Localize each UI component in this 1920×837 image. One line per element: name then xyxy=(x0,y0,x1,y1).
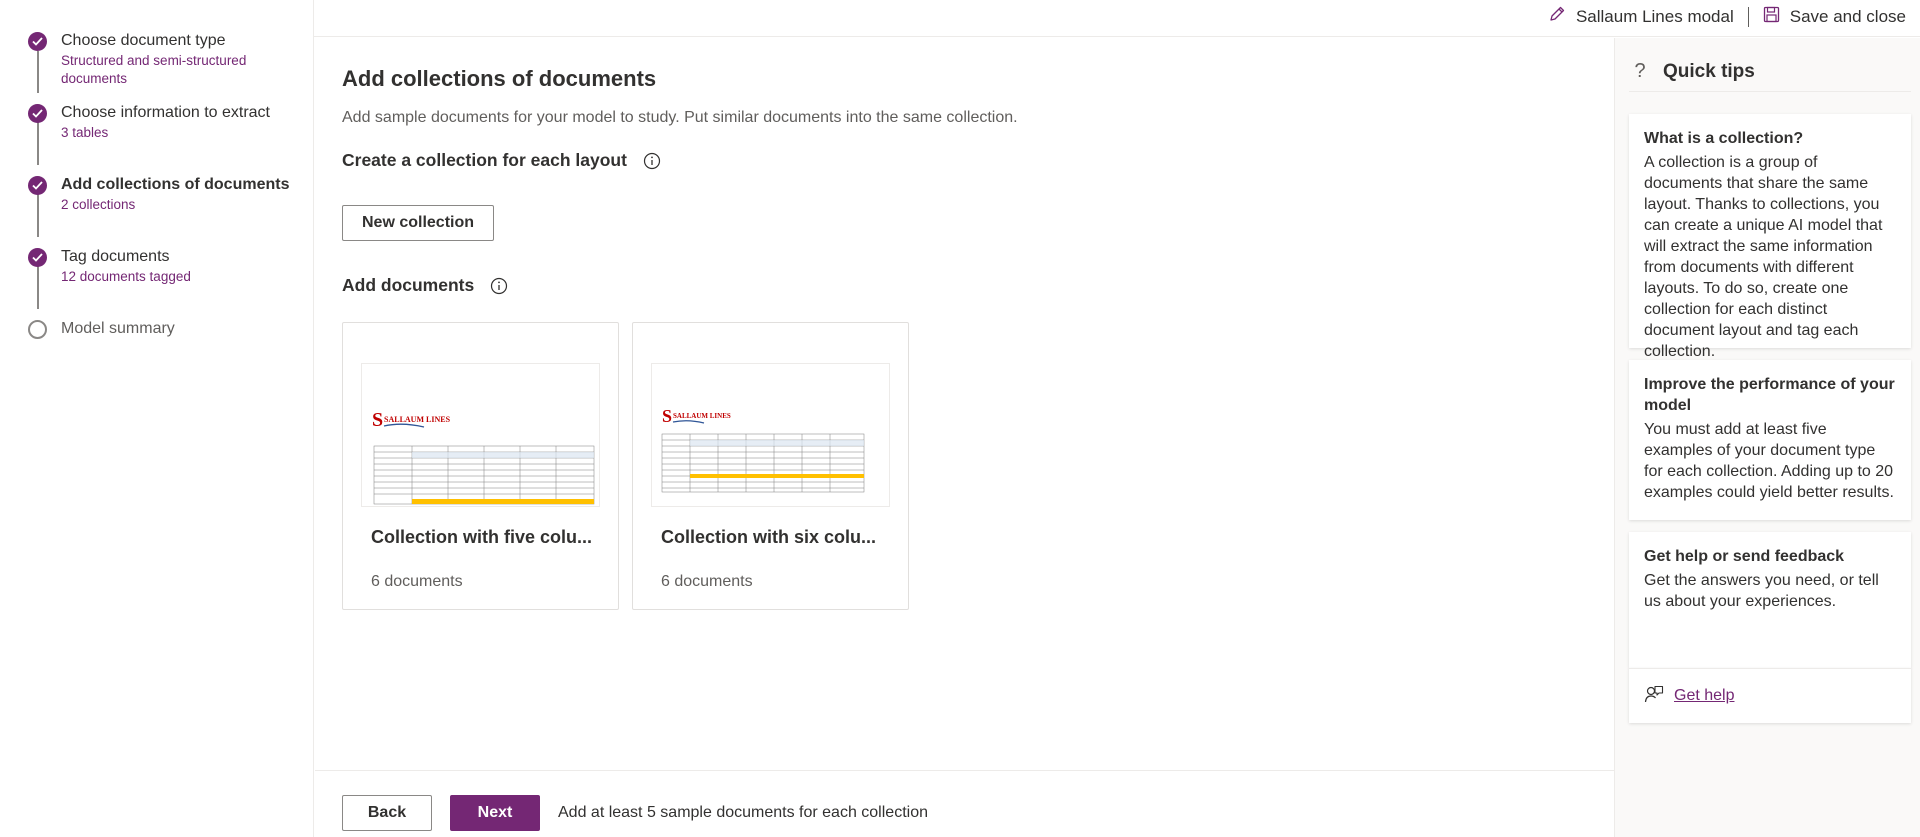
collection-name: Collection with six colu... xyxy=(661,527,877,547)
quick-tips-title: Quick tips xyxy=(1663,60,1755,82)
tip-body: Get the answers you need, or tell us abo… xyxy=(1644,572,1879,610)
step-choose-information[interactable]: Choose information to extract 3 tables xyxy=(28,104,270,142)
thumbnail-logo: SALLAUM LINES xyxy=(673,412,731,420)
step-title: Add collections of documents xyxy=(61,176,290,193)
check-icon xyxy=(28,176,47,195)
page-description: Add sample documents for your model to s… xyxy=(342,109,1018,126)
tip-title: What is a collection? xyxy=(1644,130,1804,147)
person-feedback-icon xyxy=(1644,684,1664,709)
document-thumbnail: S SALLAUM LINES xyxy=(651,363,890,507)
step-title: Choose document type xyxy=(61,32,226,49)
step-choose-document-type[interactable]: Choose document type Structured and semi… xyxy=(28,32,261,88)
page-title: Add collections of documents xyxy=(342,66,657,91)
collection-document-count: 6 documents xyxy=(371,573,463,590)
tip-body: A collection is a group of documents tha… xyxy=(1644,154,1883,360)
step-subtitle: Structured and semi-structured documents xyxy=(61,53,247,86)
tip-title: Improve the performance of your model xyxy=(1644,376,1895,414)
wizard-footer: Back Next Add at least 5 sample document… xyxy=(315,770,1614,837)
tip-card-get-help: Get help or send feedback Get the answer… xyxy=(1629,532,1911,668)
empty-circle-icon xyxy=(28,320,47,339)
save-and-close-button[interactable]: Save and close xyxy=(1759,6,1910,28)
step-subtitle: 3 tables xyxy=(61,125,109,140)
collection-card[interactable]: S SALLAUM LINES Collection with five col… xyxy=(342,322,619,610)
add-documents-heading-text: Add documents xyxy=(342,275,475,295)
step-subtitle: 2 collections xyxy=(61,197,136,212)
back-button[interactable]: Back xyxy=(342,795,432,831)
collection-card[interactable]: S SALLAUM LINES Collection with six colu… xyxy=(632,322,909,610)
create-collection-heading: Create a collection for each layout xyxy=(342,150,661,171)
wizard-stepper: Choose document type Structured and semi… xyxy=(0,0,314,837)
tip-card-what-is-collection: What is a collection? A collection is a … xyxy=(1629,114,1911,360)
collection-document-count: 6 documents xyxy=(661,573,753,590)
check-icon xyxy=(28,248,47,267)
next-button[interactable]: Next xyxy=(450,795,540,831)
step-subtitle: 12 documents tagged xyxy=(61,269,191,284)
svg-text:S: S xyxy=(372,409,383,431)
save-icon xyxy=(1763,6,1780,28)
step-title: Tag documents xyxy=(61,248,170,265)
document-thumbnail: S SALLAUM LINES xyxy=(361,363,600,507)
step-tag-documents[interactable]: Tag documents 12 documents tagged xyxy=(28,248,261,286)
topbar-divider xyxy=(1747,6,1749,27)
get-help-link[interactable]: Get help xyxy=(1674,687,1734,705)
step-add-collections[interactable]: Add collections of documents 2 collectio… xyxy=(28,176,289,214)
tip-body: You must add at least five examples of y… xyxy=(1644,421,1894,501)
rename-model-button[interactable]: Sallaum Lines modal xyxy=(1544,5,1738,28)
model-name: Sallaum Lines modal xyxy=(1575,6,1734,26)
footer-hint: Add at least 5 sample documents for each… xyxy=(558,804,928,821)
step-title: Model summary xyxy=(61,320,175,337)
new-collection-button[interactable]: New collection xyxy=(342,205,494,241)
topbar-actions: Sallaum Lines modal Save and close xyxy=(1544,5,1910,28)
collection-name: Collection with five colu... xyxy=(371,527,593,547)
pencil-icon xyxy=(1548,5,1566,28)
quick-tips-header: ? Quick tips xyxy=(1629,52,1911,92)
create-collection-heading-text: Create a collection for each layout xyxy=(342,150,627,170)
info-icon[interactable] xyxy=(490,277,508,295)
tip-card-improve-performance: Improve the performance of your model Yo… xyxy=(1629,360,1911,520)
top-bar: Sallaum Lines modal Save and close xyxy=(314,0,1920,37)
quick-tips-panel: ? Quick tips What is a collection? A col… xyxy=(1614,38,1920,837)
info-icon[interactable] xyxy=(643,152,661,170)
check-icon xyxy=(28,104,47,123)
svg-text:S: S xyxy=(662,406,672,426)
tip-title: Get help or send feedback xyxy=(1644,548,1845,565)
step-title: Choose information to extract xyxy=(61,104,270,121)
main-content: Add collections of documents Add sample … xyxy=(315,38,1614,770)
check-icon xyxy=(28,32,47,51)
thumbnail-logo: SALLAUM LINES xyxy=(384,415,451,424)
add-documents-heading: Add documents xyxy=(342,275,508,296)
step-model-summary[interactable]: Model summary xyxy=(28,320,175,340)
get-help-row: Get help xyxy=(1629,668,1911,723)
question-mark-icon: ? xyxy=(1634,60,1646,82)
save-and-close-label: Save and close xyxy=(1789,6,1906,26)
